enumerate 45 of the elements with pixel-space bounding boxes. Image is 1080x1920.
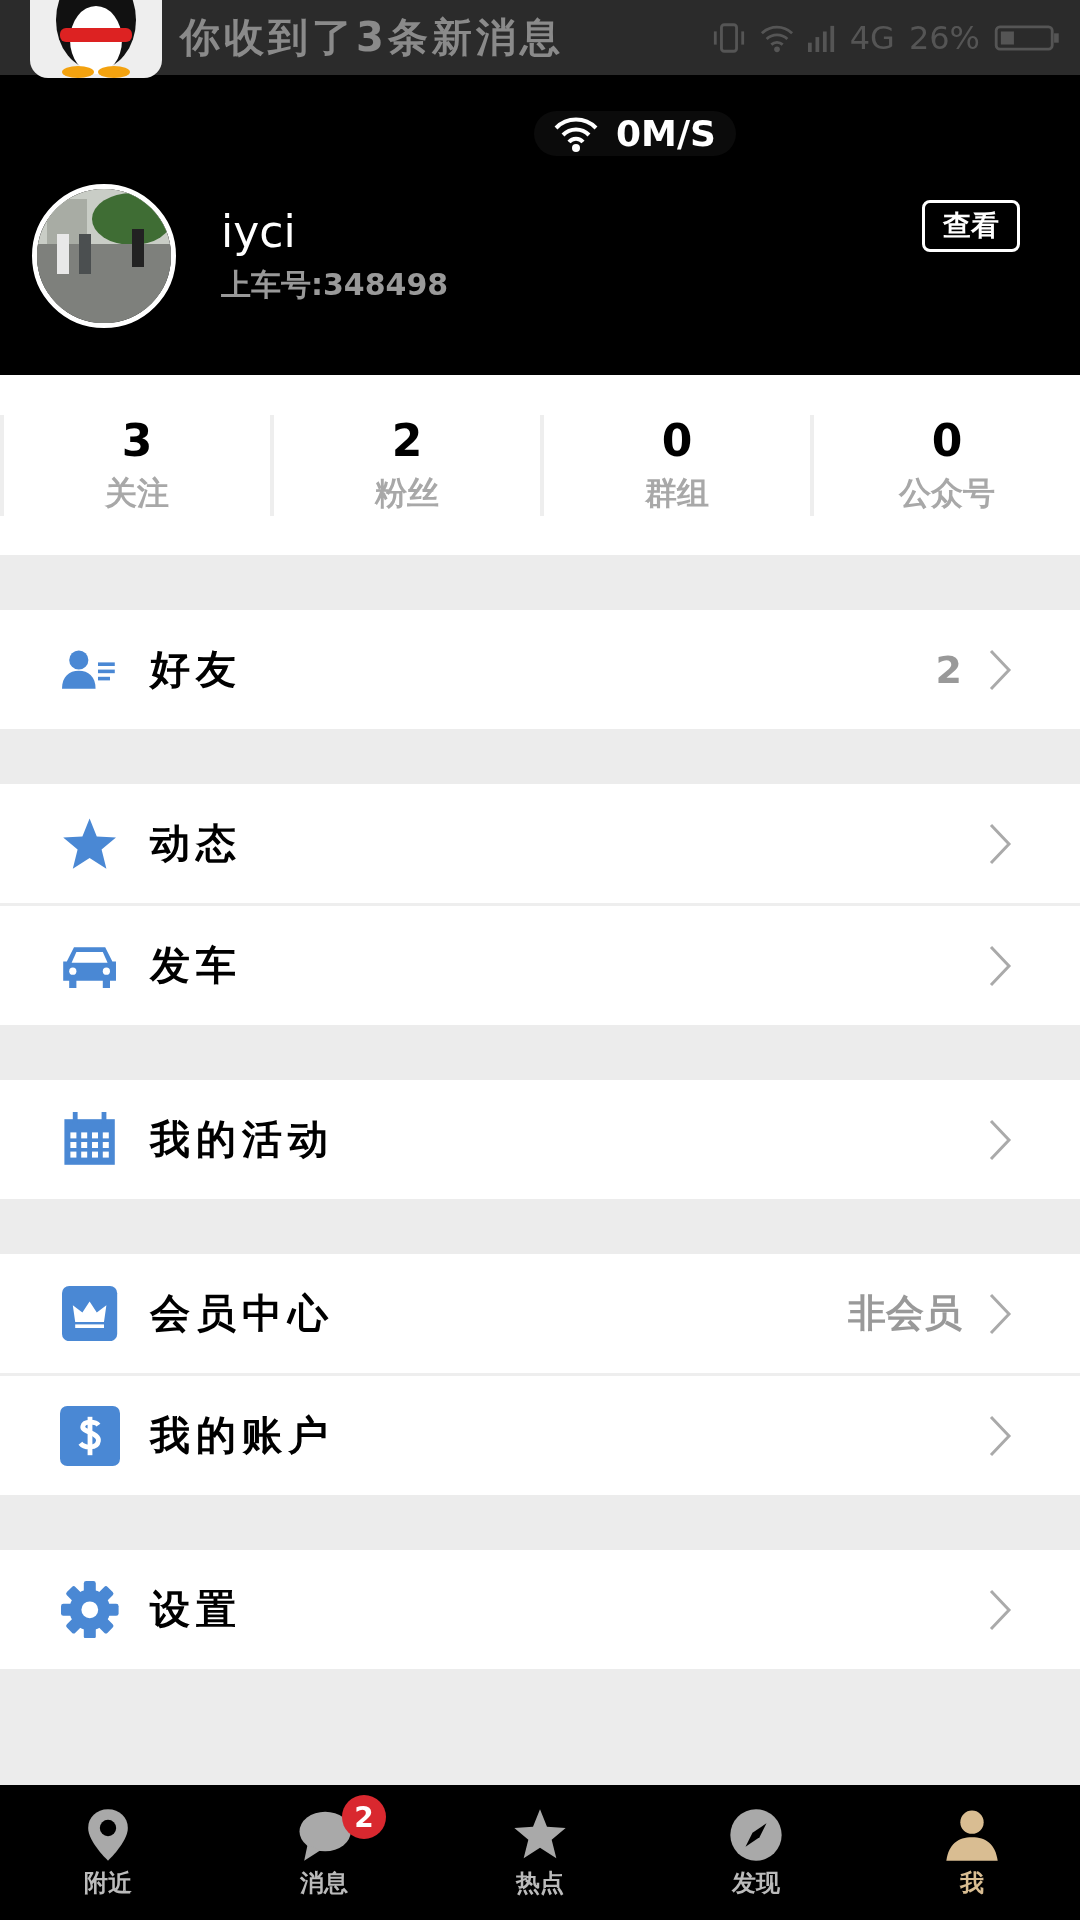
tab[interactable]: 热点 bbox=[432, 1785, 648, 1920]
unread-badge: 2 bbox=[342, 1795, 386, 1839]
calendar-icon bbox=[62, 1111, 118, 1168]
tab[interactable]: 发现 bbox=[648, 1785, 864, 1920]
signal-icon bbox=[807, 23, 836, 52]
stat-count: 0 bbox=[931, 414, 963, 466]
chevron-right-icon bbox=[988, 647, 1012, 692]
menu-item[interactable]: 动态 bbox=[0, 784, 1080, 903]
stat-label: 群组 bbox=[645, 472, 709, 514]
tab[interactable]: 消息 2 bbox=[216, 1785, 432, 1920]
dollar-icon bbox=[60, 1405, 120, 1466]
crown-icon bbox=[62, 1285, 118, 1342]
chevron-right-icon bbox=[988, 1291, 1012, 1336]
stat-count: 0 bbox=[661, 414, 693, 466]
menu-value: 2 bbox=[935, 647, 962, 692]
menu-item[interactable]: 好友 2 bbox=[0, 610, 1080, 729]
menu-item[interactable]: 我的账户 bbox=[0, 1376, 1080, 1495]
chevron-right-icon bbox=[988, 821, 1012, 866]
view-button[interactable]: 查看 bbox=[922, 200, 1020, 252]
menu-item[interactable]: 发车 bbox=[0, 906, 1080, 1025]
tab[interactable]: 我 bbox=[864, 1785, 1080, 1920]
menu-item[interactable]: 设置 bbox=[0, 1550, 1080, 1669]
menu-item[interactable]: 会员中心 非会员 bbox=[0, 1254, 1080, 1373]
compass-icon bbox=[728, 1806, 784, 1863]
vibrate-icon bbox=[711, 20, 746, 55]
tab[interactable]: 附近 bbox=[0, 1785, 216, 1920]
person-list-icon bbox=[62, 647, 118, 692]
gear-icon bbox=[61, 1580, 119, 1639]
stat-count: 3 bbox=[121, 414, 153, 466]
chevron-right-icon bbox=[988, 1587, 1012, 1632]
menu-item[interactable]: 我的活动 bbox=[0, 1080, 1080, 1199]
stat-label: 公众号 bbox=[899, 472, 995, 514]
account-id: 上车号:348498 bbox=[221, 266, 450, 304]
chevron-right-icon bbox=[988, 1117, 1012, 1162]
stat-label: 关注 bbox=[105, 472, 169, 514]
menu-value: 非会员 bbox=[848, 1290, 962, 1337]
chevron-right-icon bbox=[988, 943, 1012, 988]
chevron-right-icon bbox=[988, 1413, 1012, 1458]
notification-text: 你收到了3条新消息 bbox=[180, 13, 565, 62]
stat-count: 2 bbox=[391, 414, 423, 466]
username: iyci bbox=[221, 206, 297, 257]
battery-icon bbox=[994, 23, 1060, 52]
app-icon bbox=[30, 0, 162, 78]
speed-indicator: 0M/S bbox=[534, 111, 736, 156]
stat-label: 粉丝 bbox=[375, 472, 439, 514]
